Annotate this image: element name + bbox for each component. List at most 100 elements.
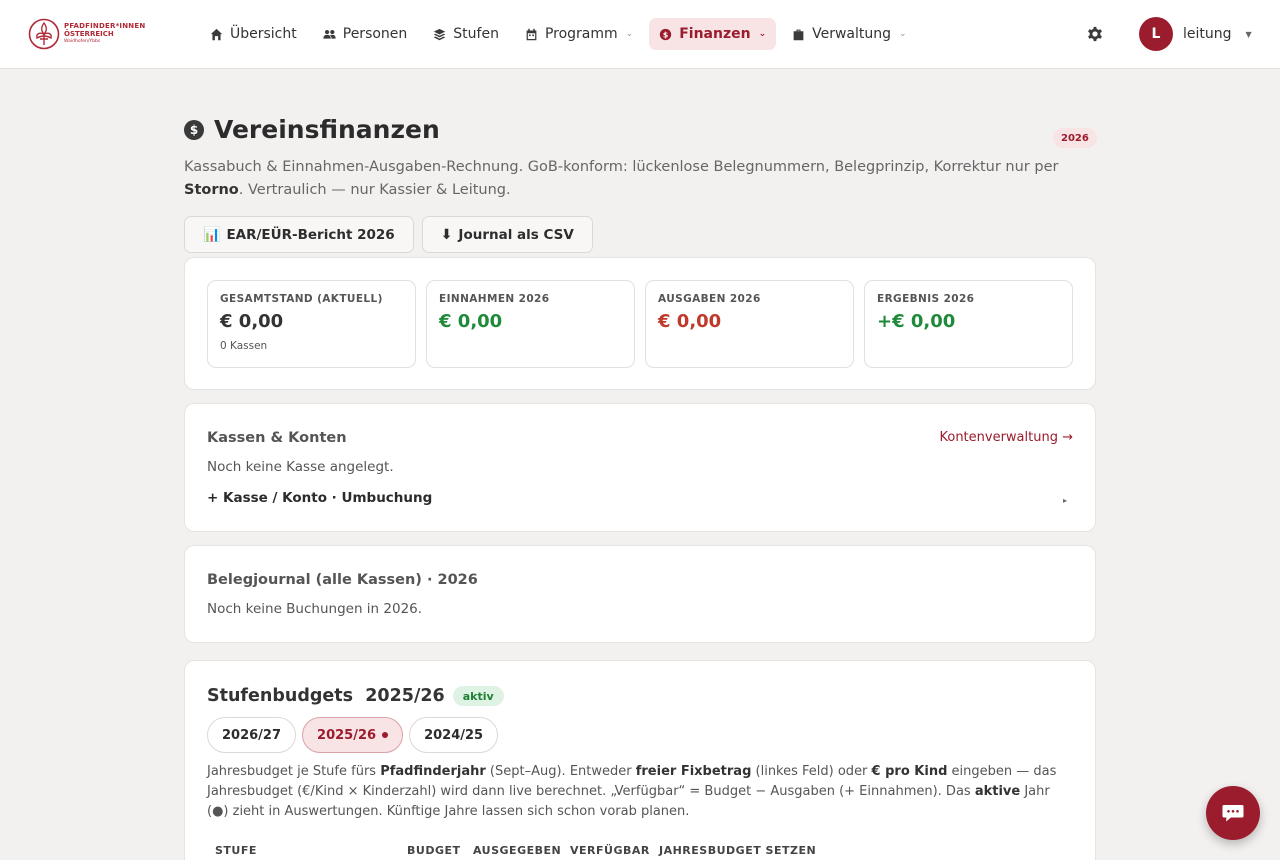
table-header: STUFE BUDGET AUSGEGEBEN VERFÜGBAR JAHRES… xyxy=(185,844,1095,860)
stat-value: +€ 0,00 xyxy=(877,311,956,332)
budgets-card: Stufenbudgets 2025/26 aktiv 2026/27 2025… xyxy=(184,660,1096,860)
year-label: 2024/25 xyxy=(424,727,484,743)
download-icon: ⬇ xyxy=(440,226,453,243)
add-account-toggle[interactable]: + Kasse / Konto · Umbuchung xyxy=(207,490,432,506)
column-header: JAHRESBUDGET SETZEN xyxy=(659,844,817,857)
nav-item-stufen[interactable]: Stufen xyxy=(423,18,509,50)
description-emphasis: € pro Kind xyxy=(871,764,948,779)
button-label: Journal als CSV xyxy=(458,226,574,243)
layers-icon xyxy=(434,28,446,40)
brand-logo[interactable]: PFADFINDER*INNEN ÖSTERREICH Waidhofen/Yb… xyxy=(28,18,145,50)
action-bar: 📊 EAR/EÜR-Bericht 2026 ⬇ Journal als CSV xyxy=(184,216,593,253)
nav-label: Stufen xyxy=(453,26,499,42)
stat-label: EINNAHMEN 2026 xyxy=(439,293,550,305)
card-title: Belegjournal (alle Kassen) · 2026 xyxy=(207,572,478,588)
nav-item-personen[interactable]: Personen xyxy=(313,18,418,50)
year-tab-2026-27[interactable]: 2026/27 xyxy=(207,717,297,753)
brand-country: ÖSTERREICH xyxy=(64,30,114,39)
description-text: (linkes Feld) oder xyxy=(751,764,872,779)
stat-value: € 0,00 xyxy=(439,311,503,332)
user-menu[interactable]: L leitung ▼ xyxy=(1139,17,1252,51)
nav-label: Personen xyxy=(342,26,408,42)
home-icon xyxy=(210,28,223,40)
users-icon xyxy=(323,29,336,39)
top-navbar: PFADFINDER*INNEN ÖSTERREICH Waidhofen/Yb… xyxy=(0,0,1280,69)
year-label: 2025/26 xyxy=(317,727,377,743)
stat-label: ERGEBNIS 2026 xyxy=(877,293,975,305)
avatar: L xyxy=(1139,17,1173,51)
chat-button[interactable] xyxy=(1206,786,1260,840)
card-title: Kassen & Konten xyxy=(207,430,347,446)
stat-result: ERGEBNIS 2026 +€ 0,00 xyxy=(864,280,1073,368)
description-emphasis: aktive xyxy=(974,784,1021,799)
calendar-icon xyxy=(526,28,537,40)
status-badge: aktiv xyxy=(452,686,504,706)
gear-icon xyxy=(1088,26,1102,42)
ear-report-button[interactable]: 📊 EAR/EÜR-Bericht 2026 xyxy=(184,216,414,253)
caret-down-icon: ▼ xyxy=(1245,29,1252,39)
stats-card: GESAMTSTAND (AKTUELL) € 0,00 0 Kassen EI… xyxy=(184,257,1096,390)
chevron-down-icon: ⌄ xyxy=(899,29,907,39)
stat-label: GESAMTSTAND (AKTUELL) xyxy=(220,293,383,305)
main-nav: Übersicht Personen Stufen Programm ⌄ $ F… xyxy=(200,18,917,50)
account-management-link[interactable]: Kontenverwaltung → xyxy=(939,430,1073,445)
description-emphasis: freier Fixbetrag xyxy=(635,764,752,779)
nav-item-finanzen[interactable]: $ Finanzen ⌄ xyxy=(649,18,777,50)
budgets-description: Jahresbudget je Stufe fürs Pfadfinderjah… xyxy=(207,762,1067,822)
nav-label: Verwaltung xyxy=(812,26,892,42)
stat-total: GESAMTSTAND (AKTUELL) € 0,00 0 Kassen xyxy=(207,280,416,368)
page-title: Vereinsfinanzen xyxy=(214,115,440,144)
description-text: (Sept–Aug). Entweder xyxy=(485,764,636,779)
year-label: 2026/27 xyxy=(222,727,282,743)
description-emphasis: Storno xyxy=(184,182,239,198)
column-header: AUSGEGEBEN xyxy=(473,844,562,857)
card-title: Stufenbudgets 2025/26 xyxy=(207,686,445,706)
chevron-down-icon: ⌄ xyxy=(758,29,767,39)
nav-item-programm[interactable]: Programm ⌄ xyxy=(515,18,643,50)
stat-sub: 0 Kassen xyxy=(220,340,268,352)
chat-bubble-icon xyxy=(1222,805,1244,822)
dollar-icon: $ xyxy=(660,28,672,40)
nav-label: Finanzen xyxy=(679,26,751,42)
description-text: . Vertraulich — nur Kassier & Leitung. xyxy=(238,182,511,198)
description-text: Kassabuch & Einnahmen-Ausgaben-Rechnung.… xyxy=(184,159,1059,175)
active-dot-icon xyxy=(382,732,389,738)
chevron-down-icon: ⌄ xyxy=(625,29,634,39)
expand-triangle-icon[interactable]: ▸ xyxy=(1063,496,1067,505)
nav-label: Programm xyxy=(544,26,618,42)
svg-text:$: $ xyxy=(663,30,668,39)
csv-export-button[interactable]: ⬇ Journal als CSV xyxy=(421,216,593,253)
accounts-card: Kassen & Konten Kontenverwaltung → Noch … xyxy=(184,403,1096,532)
stat-expenses: AUSGABEN 2026 € 0,00 xyxy=(645,280,854,368)
empty-state: Noch keine Buchungen in 2026. xyxy=(207,601,423,617)
journal-card: Belegjournal (alle Kassen) · 2026 Noch k… xyxy=(184,545,1096,643)
stat-value: € 0,00 xyxy=(658,311,722,332)
user-name: leitung xyxy=(1183,26,1232,42)
brand-group: Waidhofen/Ybbs xyxy=(64,39,101,45)
dollar-icon: $ xyxy=(184,119,204,140)
settings-button[interactable] xyxy=(1086,25,1104,43)
stat-label: AUSGABEN 2026 xyxy=(658,293,761,305)
stat-income: EINNAHMEN 2026 € 0,00 xyxy=(426,280,635,368)
budgets-header: Stufenbudgets 2025/26 aktiv xyxy=(207,686,504,706)
stat-value: € 0,00 xyxy=(220,311,284,332)
year-selector: 2026/27 2025/26 2024/25 xyxy=(207,717,499,753)
page-description: Kassabuch & Einnahmen-Ausgaben-Rechnung.… xyxy=(184,156,1096,202)
description-emphasis: Pfadfinderjahr xyxy=(380,764,486,779)
description-text: Jahresbudget je Stufe fürs xyxy=(207,764,381,779)
year-badge: 2026 xyxy=(1053,128,1097,148)
year-tab-2025-26[interactable]: 2025/26 xyxy=(302,717,404,753)
column-header: STUFE xyxy=(215,844,257,857)
year-tab-2024-25[interactable]: 2024/25 xyxy=(409,717,499,753)
nav-label: Übersicht xyxy=(230,26,297,42)
nav-item-verwaltung[interactable]: Verwaltung ⌄ xyxy=(782,18,916,50)
column-header: BUDGET xyxy=(407,844,461,857)
nav-item-uebersicht[interactable]: Übersicht xyxy=(200,18,307,50)
page-header: $ Vereinsfinanzen xyxy=(184,115,440,144)
scout-lily-icon xyxy=(28,18,60,50)
briefcase-icon xyxy=(793,29,804,40)
button-label: EAR/EÜR-Bericht 2026 xyxy=(226,226,395,243)
bar-chart-icon: 📊 xyxy=(203,226,221,243)
empty-state: Noch keine Kasse angelegt. xyxy=(207,459,394,475)
column-header: VERFÜGBAR xyxy=(570,844,650,857)
